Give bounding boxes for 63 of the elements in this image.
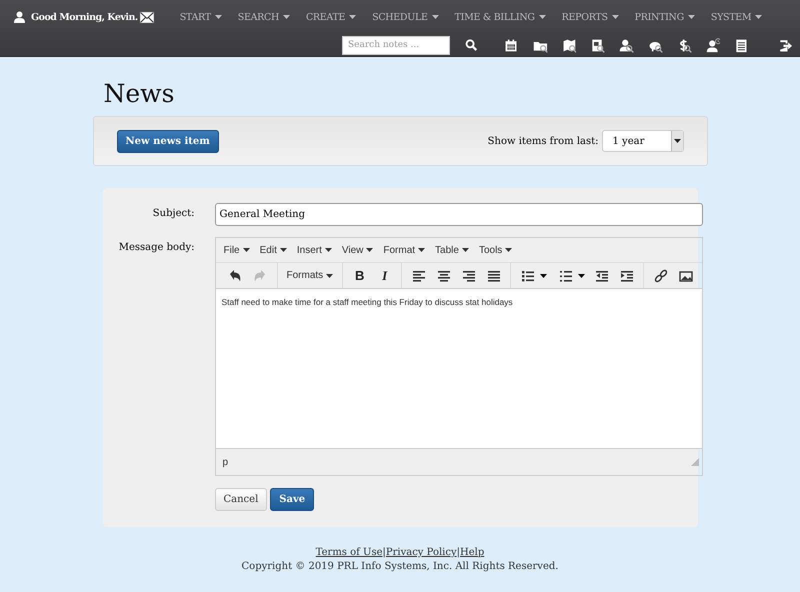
- cancel-button[interactable]: Cancel: [214, 488, 268, 511]
- caret-icon: [366, 248, 374, 252]
- bold-button[interactable]: B: [347, 268, 372, 283]
- nav-menu[interactable]: CREATE: [298, 12, 364, 22]
- footer-link[interactable]: Privacy Policy: [386, 547, 457, 558]
- envelope-icon[interactable]: [140, 12, 154, 22]
- footer-link[interactable]: Help: [460, 547, 484, 558]
- caret-icon: [282, 15, 290, 19]
- link-separator: |: [382, 547, 386, 558]
- editor-menu[interactable]: Edit: [254, 244, 292, 256]
- caret-icon: [578, 274, 586, 278]
- person-clock-icon[interactable]: [706, 36, 720, 54]
- editor-menu[interactable]: View: [336, 244, 378, 256]
- new-news-item-button[interactable]: New news item: [116, 130, 219, 152]
- page-title: News: [104, 79, 174, 108]
- nav-menu[interactable]: SEARCH: [230, 12, 298, 22]
- editor-menu[interactable]: File: [218, 244, 255, 256]
- editor-menu[interactable]: Table: [430, 244, 474, 256]
- editor-menu[interactable]: Format: [378, 244, 430, 256]
- filter-label: Show items from last:: [488, 136, 598, 146]
- undo-icon[interactable]: [227, 268, 243, 284]
- caret-icon: [214, 15, 222, 19]
- caret-icon: [538, 15, 546, 19]
- search-icon[interactable]: [465, 37, 478, 53]
- italic-button[interactable]: I: [372, 268, 398, 284]
- caret-icon: [674, 139, 680, 143]
- caret-icon: [280, 248, 287, 252]
- footer-link[interactable]: Terms of Use: [316, 547, 382, 558]
- nav-menu[interactable]: START: [172, 12, 230, 22]
- period-dropdown[interactable]: 1 year: [602, 130, 684, 152]
- editor-body[interactable]: Staff need to make time for a staff meeting this Friday to discuss stat holidays: [216, 289, 702, 448]
- caret-icon: [505, 248, 512, 252]
- message-body-label: Message body:: [118, 241, 194, 255]
- caret-icon: [755, 15, 762, 19]
- caret-icon: [326, 274, 334, 278]
- caret-icon: [324, 248, 332, 252]
- caret-icon: [540, 274, 548, 278]
- subject-label: Subject:: [152, 207, 194, 221]
- caret-icon: [242, 248, 250, 252]
- save-button[interactable]: Save: [270, 488, 314, 511]
- formats-dropdown[interactable]: Formats: [282, 270, 338, 281]
- editor-menu[interactable]: Insert: [292, 244, 337, 256]
- resize-handle-icon[interactable]: [691, 458, 700, 466]
- caret-icon: [688, 15, 695, 19]
- user-icon: [14, 11, 25, 23]
- nav-menu[interactable]: SCHEDULE: [364, 12, 447, 22]
- nav-menu[interactable]: TIME & BILLING: [446, 12, 554, 22]
- element-path: p: [222, 456, 228, 468]
- caret-icon: [432, 15, 439, 19]
- caret-icon: [349, 15, 356, 19]
- nav-menu[interactable]: REPORTS: [554, 12, 627, 22]
- nav-menu[interactable]: SYSTEM: [702, 12, 770, 22]
- link-separator: |: [456, 547, 460, 558]
- search-field[interactable]: Search notes ...: [342, 36, 450, 54]
- editor-menu[interactable]: Tools: [474, 244, 518, 256]
- subject-field[interactable]: General Meeting: [214, 203, 704, 226]
- greeting-text: Good Morning, Kevin.: [31, 12, 138, 22]
- caret-icon: [612, 15, 619, 19]
- caret-icon: [418, 248, 426, 252]
- caret-icon: [462, 248, 469, 252]
- copyright-text: Copyright © 2019 PRL Info Systems, Inc. All Rights Reserved.: [242, 561, 558, 572]
- link-icon[interactable]: [652, 268, 669, 284]
- nav-menu[interactable]: PRINTING: [626, 12, 703, 22]
